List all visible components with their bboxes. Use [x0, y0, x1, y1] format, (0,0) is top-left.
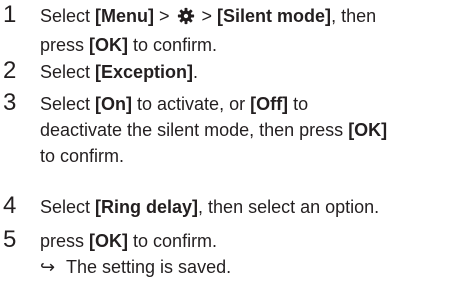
text: Select	[40, 197, 96, 217]
text: , then	[331, 6, 377, 26]
ok-key: [OK]	[348, 120, 388, 140]
step-line: Select [On] to activate, or [Off] to	[40, 91, 460, 117]
instruction-steps: 1 Select [Menu] > > [Silent mode], then …	[0, 0, 464, 298]
result-line: ↪ The setting is saved.	[40, 254, 460, 280]
text: to activate, or	[132, 94, 251, 114]
step-line: Select [Menu] > > [Silent mode], then	[40, 3, 460, 32]
exception-key: [Exception]	[95, 62, 194, 82]
step-line: press [OK] to confirm.	[40, 228, 460, 254]
text: to confirm.	[128, 35, 218, 55]
step-number: 2	[3, 57, 17, 84]
step-line: Select [Ring delay], then select an opti…	[40, 194, 460, 220]
text: Select	[40, 6, 96, 26]
text: to confirm.	[128, 231, 218, 251]
text: , then select an option.	[198, 197, 380, 217]
result-arrow-icon: ↪	[40, 257, 56, 277]
separator: >	[196, 6, 218, 26]
off-key: [Off]	[250, 94, 289, 114]
text: Select	[40, 62, 96, 82]
text: press	[40, 231, 90, 251]
step-number: 4	[3, 192, 17, 219]
step-line: to confirm.	[40, 143, 460, 169]
step-line: deactivate the silent mode, then press […	[40, 117, 460, 143]
step-number: 5	[3, 226, 17, 253]
silent-mode-key: [Silent mode]	[217, 6, 332, 26]
result-text: The setting is saved.	[66, 257, 232, 277]
text: .	[193, 62, 199, 82]
text: to	[288, 94, 309, 114]
ok-key: [OK]	[89, 35, 129, 55]
step-text: Select [Ring delay], then select an opti…	[40, 194, 460, 220]
gear-icon	[177, 6, 195, 32]
step-line: press [OK] to confirm.	[40, 32, 460, 58]
text: press	[40, 35, 90, 55]
text: to confirm.	[40, 146, 125, 166]
step-number: 1	[3, 1, 17, 28]
step-text: Select [On] to activate, or [Off] to dea…	[40, 91, 460, 169]
on-key: [On]	[95, 94, 133, 114]
step-text: Select [Exception].	[40, 59, 460, 85]
menu-key: [Menu]	[95, 6, 155, 26]
step-text: press [OK] to confirm. ↪ The setting is s…	[40, 228, 460, 280]
ring-delay-key: [Ring delay]	[95, 197, 199, 217]
step-line: Select [Exception].	[40, 59, 460, 85]
text: deactivate the silent mode, then press	[40, 120, 349, 140]
step-number: 3	[3, 89, 17, 116]
text: Select	[40, 94, 96, 114]
ok-key: [OK]	[89, 231, 129, 251]
separator: >	[154, 6, 175, 26]
step-text: Select [Menu] > > [Silent mode], then pr…	[40, 3, 460, 58]
